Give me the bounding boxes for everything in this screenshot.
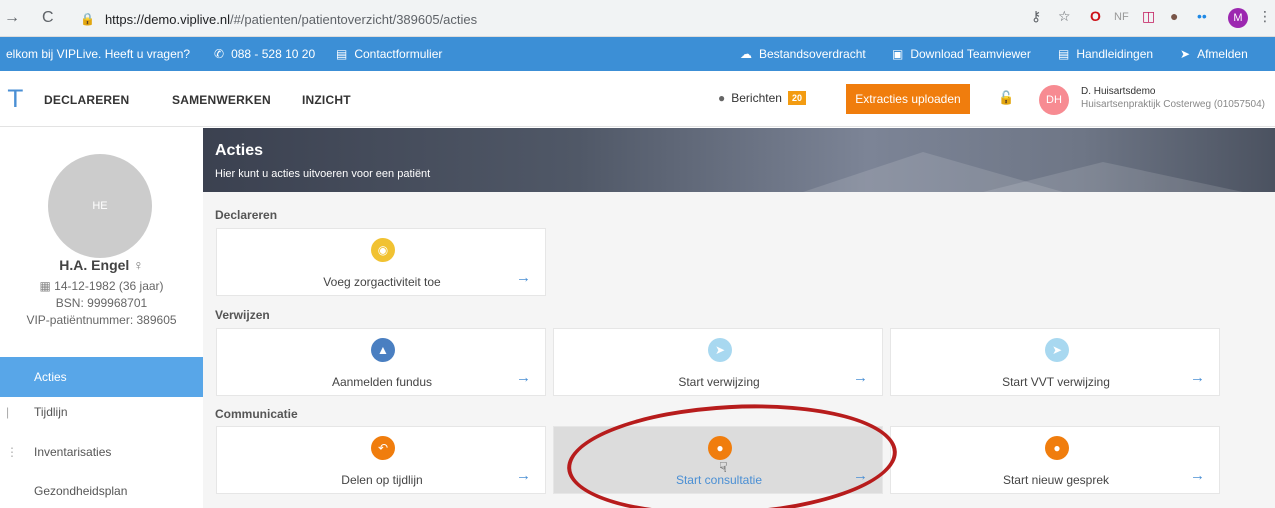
flask-icon: ▲: [371, 338, 395, 362]
list-icon: ⋮: [6, 445, 18, 459]
chat-bubbles-icon: ●: [708, 436, 732, 460]
card-aanmelden-fundus[interactable]: ▲ Aanmelden fundus →: [216, 328, 546, 396]
paper-plane-icon: ➤: [1045, 338, 1069, 362]
user-name: D. Huisartsdemo: [1081, 86, 1156, 97]
section-communicatie: Communicatie: [215, 407, 298, 421]
patient-dob-row: ▦ 14-12-1982 (36 jaar): [0, 279, 203, 293]
welcome-text: elkom bij VIPLive. Heeft u vragen?: [6, 47, 191, 61]
messages-count-badge: 20: [787, 91, 806, 105]
messages-button[interactable]: ● Berichten 20: [718, 91, 806, 105]
card-voeg-zorgactiviteit[interactable]: ◉ Voeg zorgactiviteit toe →: [216, 228, 546, 296]
card-delen-op-tijdlijn[interactable]: ↶ Delen op tijdlijn →: [216, 426, 546, 494]
profile-avatar[interactable]: M: [1228, 8, 1248, 28]
user-practice: Huisartsenpraktijk Costerweg (01057504): [1081, 99, 1265, 110]
chat-bubbles-icon: ●: [1045, 436, 1069, 460]
patient-avatar: HE: [48, 154, 152, 258]
logout-link[interactable]: ➤ Afmelden: [1180, 47, 1248, 61]
section-declareren: Declareren: [215, 208, 278, 222]
sign-out-icon: ➤: [1180, 47, 1191, 61]
page-title: Acties: [215, 142, 264, 159]
upload-extractions-button[interactable]: Extracties uploaden: [846, 84, 970, 114]
contact-link[interactable]: ▤ Contactformulier: [336, 47, 442, 61]
star-icon[interactable]: ☆: [1058, 8, 1071, 25]
card-start-verwijzing[interactable]: ➤ Start verwijzing →: [553, 328, 883, 396]
sidebar-item-inventarisaties[interactable]: ⋮ Inventarisaties: [0, 432, 203, 472]
url-host: https://demo.viplive.nl: [104, 11, 230, 27]
arrow-right-icon: →: [516, 269, 531, 286]
nav-samenwerken[interactable]: SAMENWERKEN: [172, 93, 271, 107]
main-navigation: T DECLAREREN SAMENWERKEN INZICHT ● Beric…: [0, 71, 1275, 127]
card-start-nieuw-gesprek[interactable]: ● Start nieuw gesprek →: [890, 426, 1220, 494]
section-verwijzen: Verwijzen: [215, 308, 270, 322]
page-banner: Acties Hier kunt u acties uitvoeren voor…: [203, 128, 1275, 192]
page-subtitle: Hier kunt u acties uitvoeren voor een pa…: [215, 168, 431, 180]
arrow-right-icon: →: [516, 369, 531, 386]
extension-icon[interactable]: ●: [1170, 8, 1178, 24]
user-avatar[interactable]: DH: [1039, 85, 1069, 115]
cloud-icon: ☁: [740, 47, 752, 61]
timeline-icon: |: [6, 405, 10, 419]
menu-icon[interactable]: ⋮: [1258, 8, 1272, 25]
arrow-right-icon: →: [1190, 369, 1205, 386]
browser-toolbar: → C 🔒 https://demo.viplive.nl/#/patiente…: [0, 0, 1275, 37]
opera-extension-icon[interactable]: O: [1090, 8, 1101, 24]
arrow-right-icon: →: [516, 467, 531, 484]
female-icon: ♀: [133, 257, 144, 273]
pocket-extension-icon[interactable]: ◫: [1142, 8, 1155, 25]
hand-cursor-icon: ☟: [719, 459, 728, 475]
lock-icon: 🔒: [80, 12, 95, 26]
phone-icon: ✆: [214, 47, 225, 61]
main-content: Acties Hier kunt u acties uitvoeren voor…: [203, 128, 1275, 508]
info-bar: elkom bij VIPLive. Heeft u vragen? ✆ 088…: [0, 37, 1275, 71]
patient-name: H.A. Engel: [59, 257, 130, 273]
nav-inzicht[interactable]: INZICHT: [302, 93, 351, 107]
patient-sidebar: HE H.A. Engel ♀ ▦ 14-12-1982 (36 jaar) B…: [0, 128, 203, 508]
document-icon: ▤: [336, 47, 348, 61]
reply-icon: ↶: [371, 436, 395, 460]
transfer-link[interactable]: ☁ Bestandsoverdracht: [740, 47, 866, 61]
teamviewer-link[interactable]: ▣ Download Teamviewer: [892, 47, 1031, 61]
sidebar-item-gezondheidsplan[interactable]: Gezondheidsplan: [0, 471, 203, 508]
nf-extension-icon[interactable]: NF: [1114, 11, 1129, 23]
patient-name-row: H.A. Engel ♀: [0, 257, 203, 273]
sidebar-item-acties[interactable]: Acties: [0, 357, 203, 397]
mountain-decoration: [983, 162, 1243, 192]
url-path: /#/patienten/patientoverzicht/389605/act…: [229, 11, 478, 27]
chat-icon: ●: [718, 91, 726, 105]
arrow-right-icon: →: [853, 369, 868, 386]
forward-arrow-icon[interactable]: →: [4, 9, 20, 27]
phone-link[interactable]: ✆ 088 - 528 10 20: [214, 47, 315, 61]
arrow-right-icon: →: [1190, 467, 1205, 484]
calendar-icon: ▦: [39, 279, 51, 293]
paper-plane-icon: ➤: [708, 338, 732, 362]
card-start-consultatie[interactable]: ● Start consultatie →: [553, 426, 883, 494]
book-icon: ▤: [1058, 47, 1070, 61]
patient-dob: 14-12-1982 (36 jaar): [54, 279, 164, 293]
share-extension-icon[interactable]: ••: [1197, 8, 1207, 24]
nav-declareren[interactable]: DECLAREREN: [44, 93, 129, 107]
box-icon: ◉: [371, 238, 395, 262]
patient-vip-number: VIP-patiëntnummer: 389605: [26, 313, 177, 327]
app-logo[interactable]: T: [8, 85, 23, 113]
sidebar-item-tijdlijn[interactable]: | Tijdlijn: [0, 392, 203, 432]
address-bar[interactable]: 🔒 https://demo.viplive.nl/#/patienten/pa…: [80, 5, 1015, 33]
card-start-vvt-verwijzing[interactable]: ➤ Start VVT verwijzing →: [890, 328, 1220, 396]
unlock-icon[interactable]: 🔓: [998, 90, 1014, 106]
monitor-icon: ▣: [892, 47, 904, 61]
reload-icon[interactable]: C: [42, 9, 54, 27]
manuals-link[interactable]: ▤ Handleidingen: [1058, 47, 1153, 61]
arrow-right-icon: →: [853, 467, 868, 484]
patient-bsn: BSN: 999968701: [55, 296, 148, 310]
key-icon[interactable]: ⚷: [1031, 8, 1041, 25]
